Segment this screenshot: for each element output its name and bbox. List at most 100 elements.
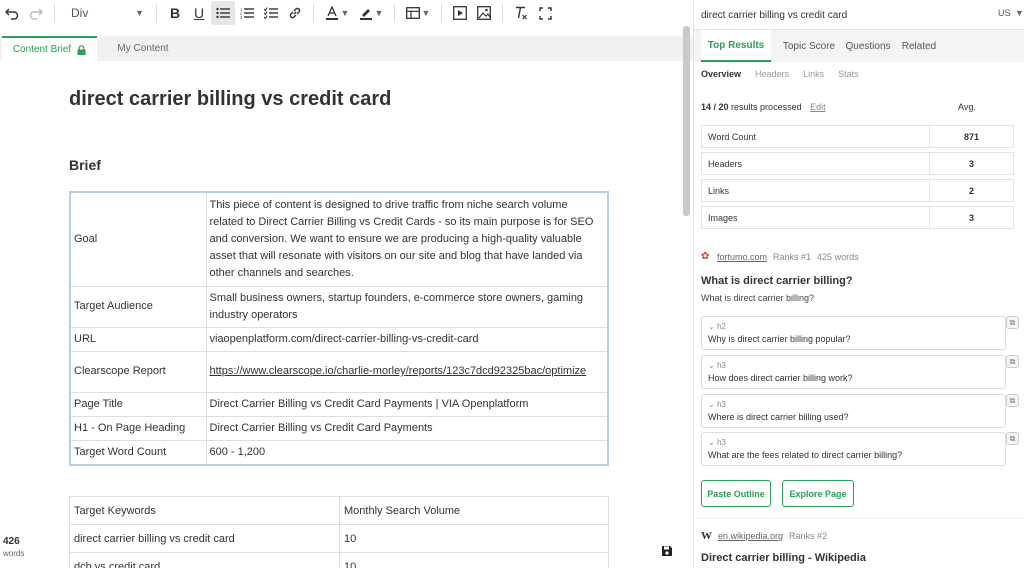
- table-row[interactable]: direct carrier billing vs credit card 10: [69, 524, 609, 553]
- table-cell-value[interactable]: Small business owners, startup founders,…: [205, 285, 609, 328]
- link-button[interactable]: [283, 1, 307, 25]
- processed-count: 14 / 20: [701, 102, 729, 112]
- subtab-headers[interactable]: Headers: [755, 69, 789, 83]
- save-icon[interactable]: [661, 545, 673, 557]
- explore-page-button[interactable]: Explore Page: [782, 480, 854, 507]
- undo-icon: [5, 8, 19, 20]
- outline-heading-card[interactable]: ⌄ h3 Where is direct carrier billing use…: [701, 394, 1006, 428]
- wikipedia-favicon-icon: W: [701, 530, 712, 542]
- heading-level-value: h3: [716, 361, 726, 370]
- clear-formatting-button[interactable]: [509, 1, 533, 25]
- edit-link[interactable]: Edit: [810, 102, 826, 112]
- table-row[interactable]: dcb vs credit card 10: [69, 552, 609, 568]
- editor-scrollbar[interactable]: [683, 26, 690, 216]
- table-cell-value[interactable]: https://www.clearscope.io/charlie-morley…: [205, 350, 609, 393]
- bold-button[interactable]: B: [163, 1, 187, 25]
- clearscope-report-link[interactable]: https://www.clearscope.io/charlie-morley…: [210, 365, 587, 377]
- brief-heading[interactable]: Brief: [69, 157, 101, 173]
- results-processed: 14 / 20 results processed Edit: [701, 102, 826, 112]
- tab-questions[interactable]: Questions: [843, 30, 893, 62]
- numbered-list-icon: 123: [240, 7, 254, 19]
- table-cell[interactable]: 10: [339, 524, 609, 553]
- copy-icon: ⧉: [1009, 433, 1016, 443]
- bullet-list-button[interactable]: [211, 1, 235, 25]
- paste-outline-button[interactable]: Paste Outline: [701, 480, 771, 507]
- heading-level: ⌄ h3: [708, 400, 726, 409]
- underline-button[interactable]: U: [187, 1, 211, 25]
- table-cell-key[interactable]: Target Word Count: [69, 439, 207, 465]
- copy-icon: ⧉: [1009, 356, 1016, 366]
- tab-topic-score[interactable]: Topic Score: [779, 30, 839, 62]
- heading-level-value: h3: [716, 438, 726, 447]
- tab-label: My Content: [117, 43, 169, 54]
- table-cell-key[interactable]: H1 - On Page Heading: [69, 415, 207, 441]
- outline-heading-card[interactable]: ⌄ h2 Why is direct carrier billing popul…: [701, 316, 1006, 350]
- stat-row-word-count: Word Count 871: [701, 125, 1014, 148]
- heading-level-value: h3: [716, 400, 726, 409]
- block-type-select[interactable]: Div ▼: [65, 2, 150, 24]
- brief-table[interactable]: Goal This piece of content is designed t…: [69, 191, 609, 466]
- highlight-button[interactable]: ▼: [354, 1, 388, 25]
- keywords-table[interactable]: Target Keywords Monthly Search Volume di…: [69, 496, 609, 568]
- copy-button[interactable]: ⧉: [1006, 432, 1019, 445]
- table-cell-key[interactable]: Target Audience: [69, 285, 207, 328]
- insert-video-button[interactable]: [448, 1, 472, 25]
- subtab-overview[interactable]: Overview: [701, 69, 741, 83]
- avg-label: Avg.: [958, 102, 976, 112]
- table-header-cell[interactable]: Monthly Search Volume: [339, 496, 609, 525]
- numbered-list-button[interactable]: 123: [235, 1, 259, 25]
- table-button[interactable]: ▼: [401, 1, 435, 25]
- table-row[interactable]: Clearscope Report https://www.clearscope…: [69, 350, 609, 393]
- subtab-stats[interactable]: Stats: [838, 69, 859, 83]
- result-domain-link[interactable]: en.wikipedia.org: [718, 531, 783, 541]
- table-header-row[interactable]: Target Keywords Monthly Search Volume: [69, 496, 609, 525]
- table-cell-key[interactable]: Page Title: [69, 391, 207, 417]
- table-cell-value[interactable]: This piece of content is designed to dri…: [205, 191, 609, 287]
- table-cell-value[interactable]: viaopenplatform.com/direct-carrier-billi…: [205, 326, 609, 352]
- table-cell-key[interactable]: URL: [69, 326, 207, 352]
- copy-button[interactable]: ⧉: [1006, 316, 1019, 329]
- outline-heading-card[interactable]: ⌄ h3 How does direct carrier billing wor…: [701, 355, 1006, 389]
- table-row[interactable]: Target Audience Small business owners, s…: [69, 285, 609, 328]
- copy-button[interactable]: ⧉: [1006, 355, 1019, 368]
- table-row[interactable]: Page Title Direct Carrier Billing vs Cre…: [69, 391, 609, 417]
- copy-button[interactable]: ⧉: [1006, 394, 1019, 407]
- table-cell-value[interactable]: Direct Carrier Billing vs Credit Card Pa…: [205, 391, 609, 417]
- table-row[interactable]: URL viaopenplatform.com/direct-carrier-b…: [69, 326, 609, 352]
- table-cell-key[interactable]: Goal: [69, 191, 207, 287]
- table-cell-value[interactable]: 600 - 1,200: [205, 439, 609, 465]
- heading-text: How does direct carrier billing work?: [708, 373, 853, 383]
- result-domain-link[interactable]: fortumo.com: [717, 252, 767, 262]
- document-title[interactable]: direct carrier billing vs credit card: [69, 88, 391, 111]
- chevron-down-icon: ⌄: [708, 438, 715, 447]
- tab-content-brief[interactable]: Content Brief: [2, 36, 97, 61]
- tab-top-results[interactable]: Top Results: [701, 30, 771, 62]
- table-cell[interactable]: dcb vs credit card: [69, 552, 340, 568]
- table-row[interactable]: Goal This piece of content is designed t…: [69, 191, 609, 287]
- tab-my-content[interactable]: My Content: [104, 36, 182, 61]
- stat-label: Headers: [702, 153, 930, 174]
- search-input[interactable]: [701, 6, 971, 24]
- table-cell[interactable]: direct carrier billing vs credit card: [69, 524, 340, 553]
- chevron-down-icon: ⌄: [708, 400, 715, 409]
- checklist-button[interactable]: [259, 1, 283, 25]
- heading-text: Why is direct carrier billing popular?: [708, 334, 851, 344]
- redo-button[interactable]: [24, 1, 48, 25]
- table-cell-key[interactable]: Clearscope Report: [69, 350, 207, 393]
- subtab-links[interactable]: Links: [803, 69, 824, 83]
- bullet-list-icon: [216, 7, 230, 19]
- table-cell[interactable]: 10: [339, 552, 609, 568]
- table-row[interactable]: H1 - On Page Heading Direct Carrier Bill…: [69, 415, 609, 441]
- text-color-button[interactable]: ▼: [320, 1, 354, 25]
- table-row[interactable]: Target Word Count 600 - 1,200: [69, 439, 609, 465]
- result-source: ✿ fortumo.com Ranks #1 425 words: [701, 252, 859, 263]
- table-cell-value[interactable]: Direct Carrier Billing vs Credit Card Pa…: [205, 415, 609, 441]
- insert-image-button[interactable]: [472, 1, 496, 25]
- table-header-cell[interactable]: Target Keywords: [69, 496, 340, 525]
- fullscreen-button[interactable]: [533, 1, 557, 25]
- outline-heading-card[interactable]: ⌄ h3 What are the fees related to direct…: [701, 432, 1006, 466]
- stat-value: 871: [963, 131, 980, 142]
- undo-button[interactable]: [0, 1, 24, 25]
- country-select[interactable]: US ▼: [998, 8, 1024, 18]
- tab-related[interactable]: Related: [899, 30, 939, 62]
